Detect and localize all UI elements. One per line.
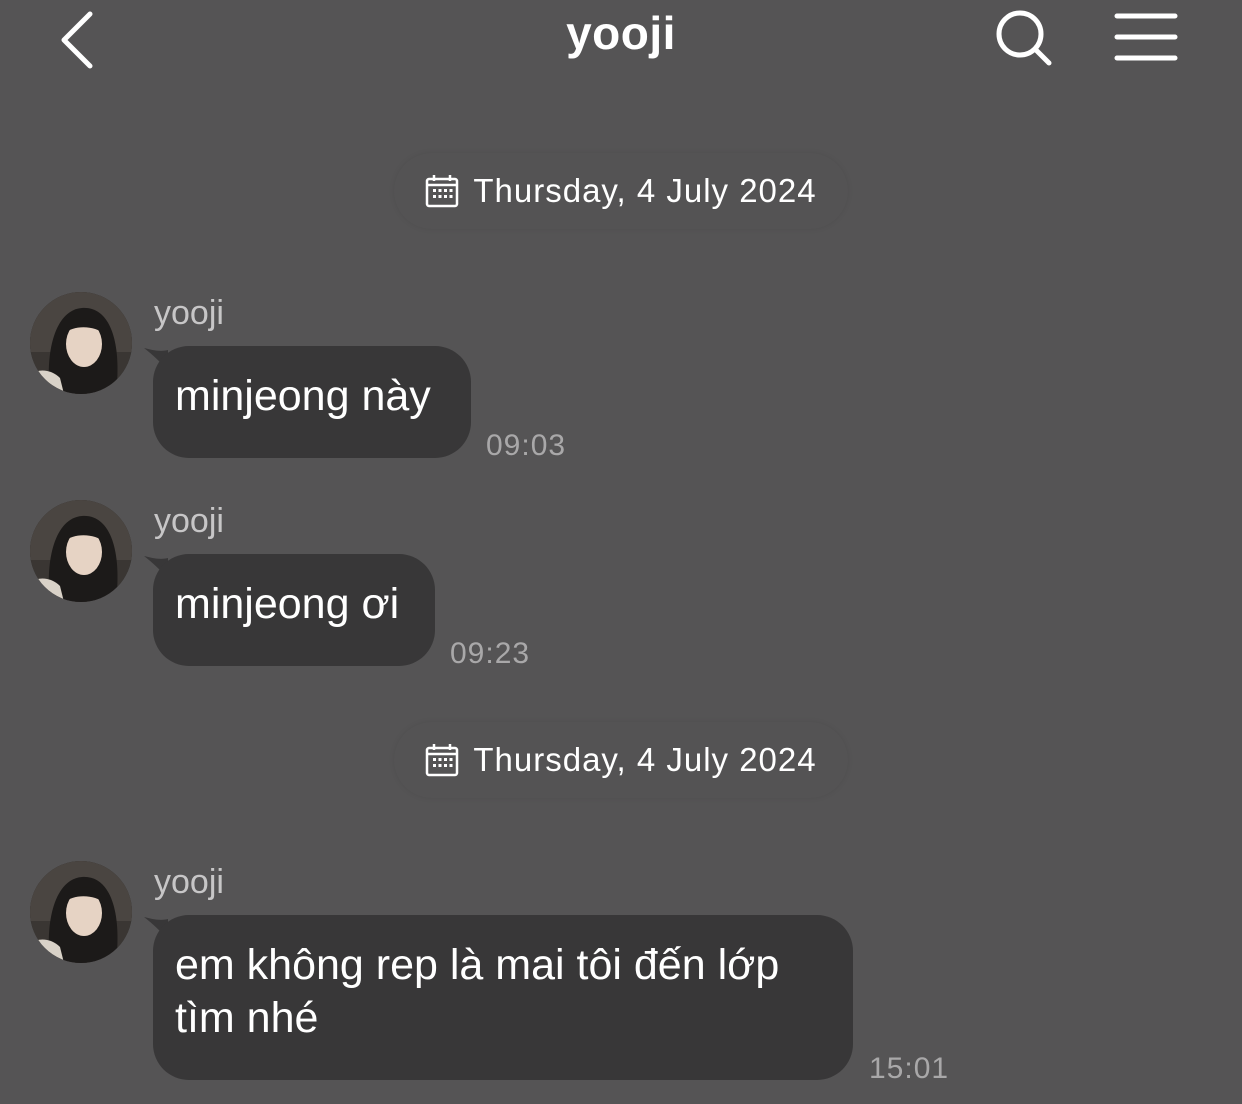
menu-button[interactable] [1110, 8, 1182, 68]
avatar[interactable] [30, 500, 132, 602]
avatar[interactable] [30, 861, 132, 963]
avatar-photo [30, 292, 132, 394]
message-bubble[interactable]: minjeong ơi [153, 554, 435, 666]
message-bubble[interactable]: em không rep là mai tôi đến lớp tìm nhé [153, 915, 853, 1080]
sender-name: yooji [154, 502, 224, 540]
avatar-photo [30, 500, 132, 602]
date-label: Thursday, 4 July 2024 [473, 172, 817, 209]
menu-icon [1114, 13, 1178, 61]
message-time: 09:23 [450, 637, 531, 670]
sender-name: yooji [154, 863, 224, 901]
search-icon [996, 10, 1052, 66]
date-label: Thursday, 4 July 2024 [473, 741, 817, 778]
date-separator: Thursday, 4 July 2024 [394, 153, 848, 229]
calendar-icon [426, 175, 459, 208]
date-separator: Thursday, 4 July 2024 [394, 722, 848, 798]
avatar[interactable] [30, 292, 132, 394]
message-time: 15:01 [869, 1052, 950, 1085]
message-text: minjeong ơi [175, 580, 400, 628]
message-text: minjeong này [175, 372, 431, 420]
message-bubble[interactable]: minjeong này [153, 346, 471, 458]
chat-screen: yooji Thursday, 4 July 2024 yooji minjeo… [0, 0, 1242, 1104]
message-time: 09:03 [486, 429, 567, 462]
sender-name: yooji [154, 294, 224, 332]
chat-header: yooji [0, 0, 1242, 80]
message-text: em không rep là mai tôi đến lớp tìm nhé [175, 941, 780, 1042]
avatar-photo [30, 861, 132, 963]
calendar-icon [426, 744, 459, 777]
search-button[interactable] [994, 6, 1058, 70]
